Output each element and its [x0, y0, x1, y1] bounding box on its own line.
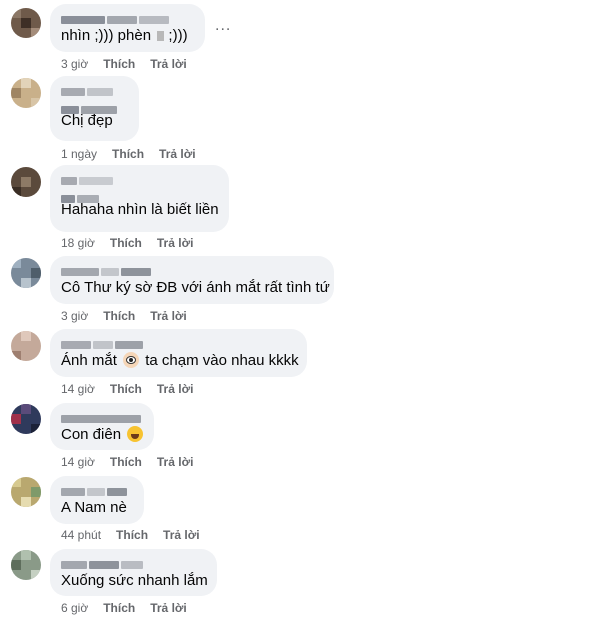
- reply-button[interactable]: Trả lời: [159, 147, 196, 161]
- blurred-author-name[interactable]: [61, 483, 133, 496]
- comment-meta: 3 giờ Thích Trả lời: [61, 57, 202, 71]
- more-options-icon[interactable]: ...: [215, 17, 231, 35]
- timestamp[interactable]: 3 giờ: [61, 309, 88, 323]
- timestamp[interactable]: 1 ngày: [61, 147, 97, 161]
- comment-bubble: Hahaha nhìn là biết liền: [50, 165, 229, 232]
- avatar[interactable]: [11, 404, 41, 434]
- blurred-author-name[interactable]: [61, 556, 206, 569]
- blurred-author-name[interactable]: [61, 263, 323, 276]
- comment-bubble: Cô Thư ký sờ ĐB với ánh mắt rất tình tứ: [50, 256, 334, 304]
- like-button[interactable]: Thích: [103, 309, 135, 323]
- reply-button[interactable]: Trả lời: [150, 309, 187, 323]
- timestamp[interactable]: 14 giờ: [61, 455, 95, 469]
- eye-emoji-icon: [123, 352, 140, 368]
- blurred-author-name[interactable]: [61, 336, 296, 349]
- avatar[interactable]: [11, 477, 41, 507]
- avatar[interactable]: [11, 550, 41, 580]
- timestamp[interactable]: 6 giờ: [61, 601, 88, 615]
- blurred-author-name[interactable]: [61, 410, 143, 423]
- comment-meta: 18 giờ Thích Trả lời: [61, 236, 208, 250]
- comment-meta: 14 giờ Thích Trả lời: [61, 382, 208, 396]
- avatar[interactable]: [11, 331, 41, 361]
- avatar[interactable]: [11, 8, 41, 38]
- reply-button[interactable]: Trả lời: [150, 601, 187, 615]
- comment-bubble: Xuống sức nhanh lắm: [50, 549, 217, 596]
- comment-bubble: nhìn ;))) phèn ;))): [50, 4, 205, 52]
- comment-text: Con điên: [61, 425, 144, 445]
- like-button[interactable]: Thích: [110, 382, 142, 396]
- comment-meta: 6 giờ Thích Trả lời: [61, 601, 202, 615]
- comment-text: nhìn ;))) phèn ;))): [61, 27, 188, 44]
- blurred-author-name[interactable]: [61, 83, 128, 114]
- like-button[interactable]: Thích: [110, 455, 142, 469]
- reply-button[interactable]: Trả lời: [157, 236, 194, 250]
- avatar[interactable]: [11, 258, 41, 288]
- comment-meta: 1 ngày Thích Trả lời: [61, 147, 211, 161]
- like-button[interactable]: Thích: [103, 57, 135, 71]
- like-button[interactable]: Thích: [112, 147, 144, 161]
- comment-text: Ánh mắt ta chạm vào nhau kkkk: [61, 352, 299, 369]
- comment-meta: 14 giờ Thích Trả lời: [61, 455, 208, 469]
- comment-bubble: A Nam nè: [50, 476, 144, 524]
- timestamp[interactable]: 44 phút: [61, 528, 101, 542]
- comment-bubble: Chị đẹp: [50, 76, 139, 141]
- like-button[interactable]: Thích: [116, 528, 148, 542]
- avatar[interactable]: [11, 78, 41, 108]
- comment-text: Xuống sức nhanh lắm: [61, 572, 208, 589]
- timestamp[interactable]: 3 giờ: [61, 57, 88, 71]
- comment-text: A Nam nè: [61, 499, 127, 516]
- reply-button[interactable]: Trả lời: [157, 455, 194, 469]
- comment-meta: 3 giờ Thích Trả lời: [61, 309, 202, 323]
- blurred-author-name[interactable]: [61, 172, 218, 203]
- like-button[interactable]: Thích: [103, 601, 135, 615]
- reply-button[interactable]: Trả lời: [157, 382, 194, 396]
- comment-text: Cô Thư ký sờ ĐB với ánh mắt rất tình tứ: [61, 279, 330, 296]
- comment-meta: 44 phút Thích Trả lời: [61, 528, 215, 542]
- reply-button[interactable]: Trả lời: [150, 57, 187, 71]
- timestamp[interactable]: 14 giờ: [61, 382, 95, 396]
- like-button[interactable]: Thích: [110, 236, 142, 250]
- rolling-laughing-emoji-icon: [127, 426, 144, 442]
- avatar[interactable]: [11, 167, 41, 197]
- comment-bubble: Ánh mắt ta chạm vào nhau kkkk: [50, 329, 307, 377]
- timestamp[interactable]: 18 giờ: [61, 236, 95, 250]
- comment-bubble: Con điên: [50, 403, 154, 450]
- blurred-author-name[interactable]: [61, 11, 194, 24]
- comment-text: Hahaha nhìn là biết liền: [61, 201, 219, 218]
- blurred-text: [157, 31, 165, 41]
- reply-button[interactable]: Trả lời: [163, 528, 200, 542]
